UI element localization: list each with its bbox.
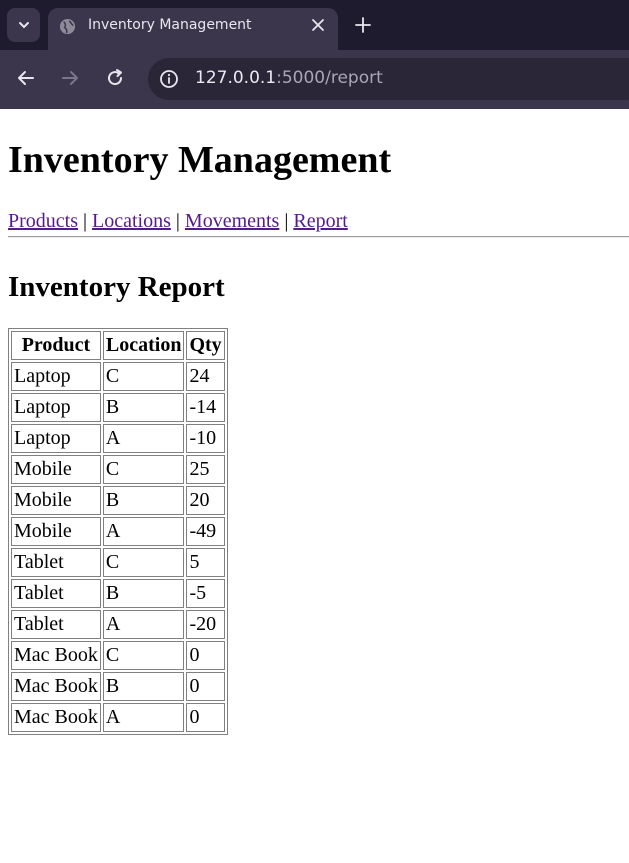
- browser-tab-strip: Inventory Management: [0, 0, 629, 50]
- divider: [8, 236, 629, 238]
- page-title: Inventory Management: [8, 139, 392, 181]
- address-bar[interactable]: 127.0.0.1:5000/report: [148, 58, 629, 100]
- cell-location: A: [102, 424, 185, 453]
- table-row: Mobile B 20: [11, 486, 225, 515]
- cell-product: Tablet: [11, 579, 101, 608]
- cell-qty: -20: [186, 610, 225, 639]
- table-row: Mac Book A 0: [11, 703, 225, 732]
- cell-qty: -5: [186, 579, 225, 608]
- table-row: Mobile A -49: [11, 517, 225, 546]
- cell-qty: 5: [186, 548, 225, 577]
- page-content: Inventory Management Products | Location…: [0, 109, 629, 863]
- nav-separator: |: [175, 210, 180, 232]
- main-nav: Products | Locations | Movements | Repor…: [8, 208, 348, 234]
- reload-icon[interactable]: [104, 67, 126, 89]
- table-row: Tablet C 5: [11, 548, 225, 577]
- table-row: Laptop C 24: [11, 362, 225, 391]
- nav-link-movements[interactable]: Movements: [185, 210, 279, 232]
- table-row: Tablet B -5: [11, 579, 225, 608]
- forward-arrow-icon[interactable]: [59, 67, 81, 89]
- cell-location: B: [102, 579, 185, 608]
- cell-location: C: [102, 362, 185, 391]
- url-text[interactable]: 127.0.0.1:5000/report: [195, 68, 383, 88]
- cell-product: Tablet: [11, 548, 101, 577]
- tab-search-button[interactable]: [7, 8, 40, 42]
- cell-location: A: [102, 517, 185, 546]
- cell-qty: 20: [186, 486, 225, 515]
- cell-qty: 0: [186, 703, 225, 732]
- column-header-location: Location: [102, 331, 185, 360]
- report-title: Inventory Report: [8, 271, 225, 303]
- cell-qty: 25: [186, 455, 225, 484]
- cell-qty: -10: [186, 424, 225, 453]
- cell-product: Laptop: [11, 362, 101, 391]
- table-row: Tablet A -20: [11, 610, 225, 639]
- info-icon[interactable]: [158, 68, 180, 90]
- cell-location: A: [102, 610, 185, 639]
- table-row: Laptop A -10: [11, 424, 225, 453]
- cell-product: Mobile: [11, 486, 101, 515]
- back-arrow-icon[interactable]: [15, 67, 37, 89]
- nav-separator: |: [284, 210, 289, 232]
- cell-qty: -49: [186, 517, 225, 546]
- cell-qty: 0: [186, 672, 225, 701]
- nav-link-locations[interactable]: Locations: [92, 210, 171, 232]
- cell-product: Mobile: [11, 455, 101, 484]
- cell-product: Mac Book: [11, 672, 101, 701]
- nav-link-products[interactable]: Products: [8, 210, 78, 232]
- url-host: 127.0.0.1: [195, 68, 277, 88]
- cell-product: Tablet: [11, 610, 101, 639]
- table-row: Mobile C 25: [11, 455, 225, 484]
- nav-link-report[interactable]: Report: [293, 210, 347, 232]
- cell-location: A: [102, 703, 185, 732]
- column-header-product: Product: [11, 331, 101, 360]
- table-row: Mac Book C 0: [11, 641, 225, 670]
- cell-qty: 24: [186, 362, 225, 391]
- cell-location: C: [102, 455, 185, 484]
- cell-product: Mobile: [11, 517, 101, 546]
- cell-product: Laptop: [11, 424, 101, 453]
- cell-qty: 0: [186, 641, 225, 670]
- chevron-down-icon: [18, 22, 29, 29]
- cell-product: Mac Book: [11, 641, 101, 670]
- cell-location: B: [102, 672, 185, 701]
- table-header-row: Product Location Qty: [11, 331, 225, 360]
- url-path: :5000/report: [276, 68, 383, 88]
- globe-icon: [59, 18, 76, 35]
- tab-title: Inventory Management: [88, 17, 252, 33]
- table-row: Laptop B -14: [11, 393, 225, 422]
- close-icon[interactable]: [310, 17, 326, 33]
- cell-product: Mac Book: [11, 703, 101, 732]
- cell-location: C: [102, 548, 185, 577]
- table-row: Mac Book B 0: [11, 672, 225, 701]
- nav-separator: |: [83, 210, 88, 232]
- browser-tab[interactable]: Inventory Management: [48, 8, 338, 50]
- inventory-report-table: Product Location Qty Laptop C 24 Laptop B -1…: [8, 328, 228, 735]
- cell-product: Laptop: [11, 393, 101, 422]
- cell-location: B: [102, 486, 185, 515]
- cell-qty: -14: [186, 393, 225, 422]
- browser-toolbar: 127.0.0.1:5000/report: [0, 50, 629, 109]
- cell-location: B: [102, 393, 185, 422]
- cell-location: C: [102, 641, 185, 670]
- plus-icon[interactable]: [354, 16, 372, 34]
- column-header-qty: Qty: [186, 331, 225, 360]
